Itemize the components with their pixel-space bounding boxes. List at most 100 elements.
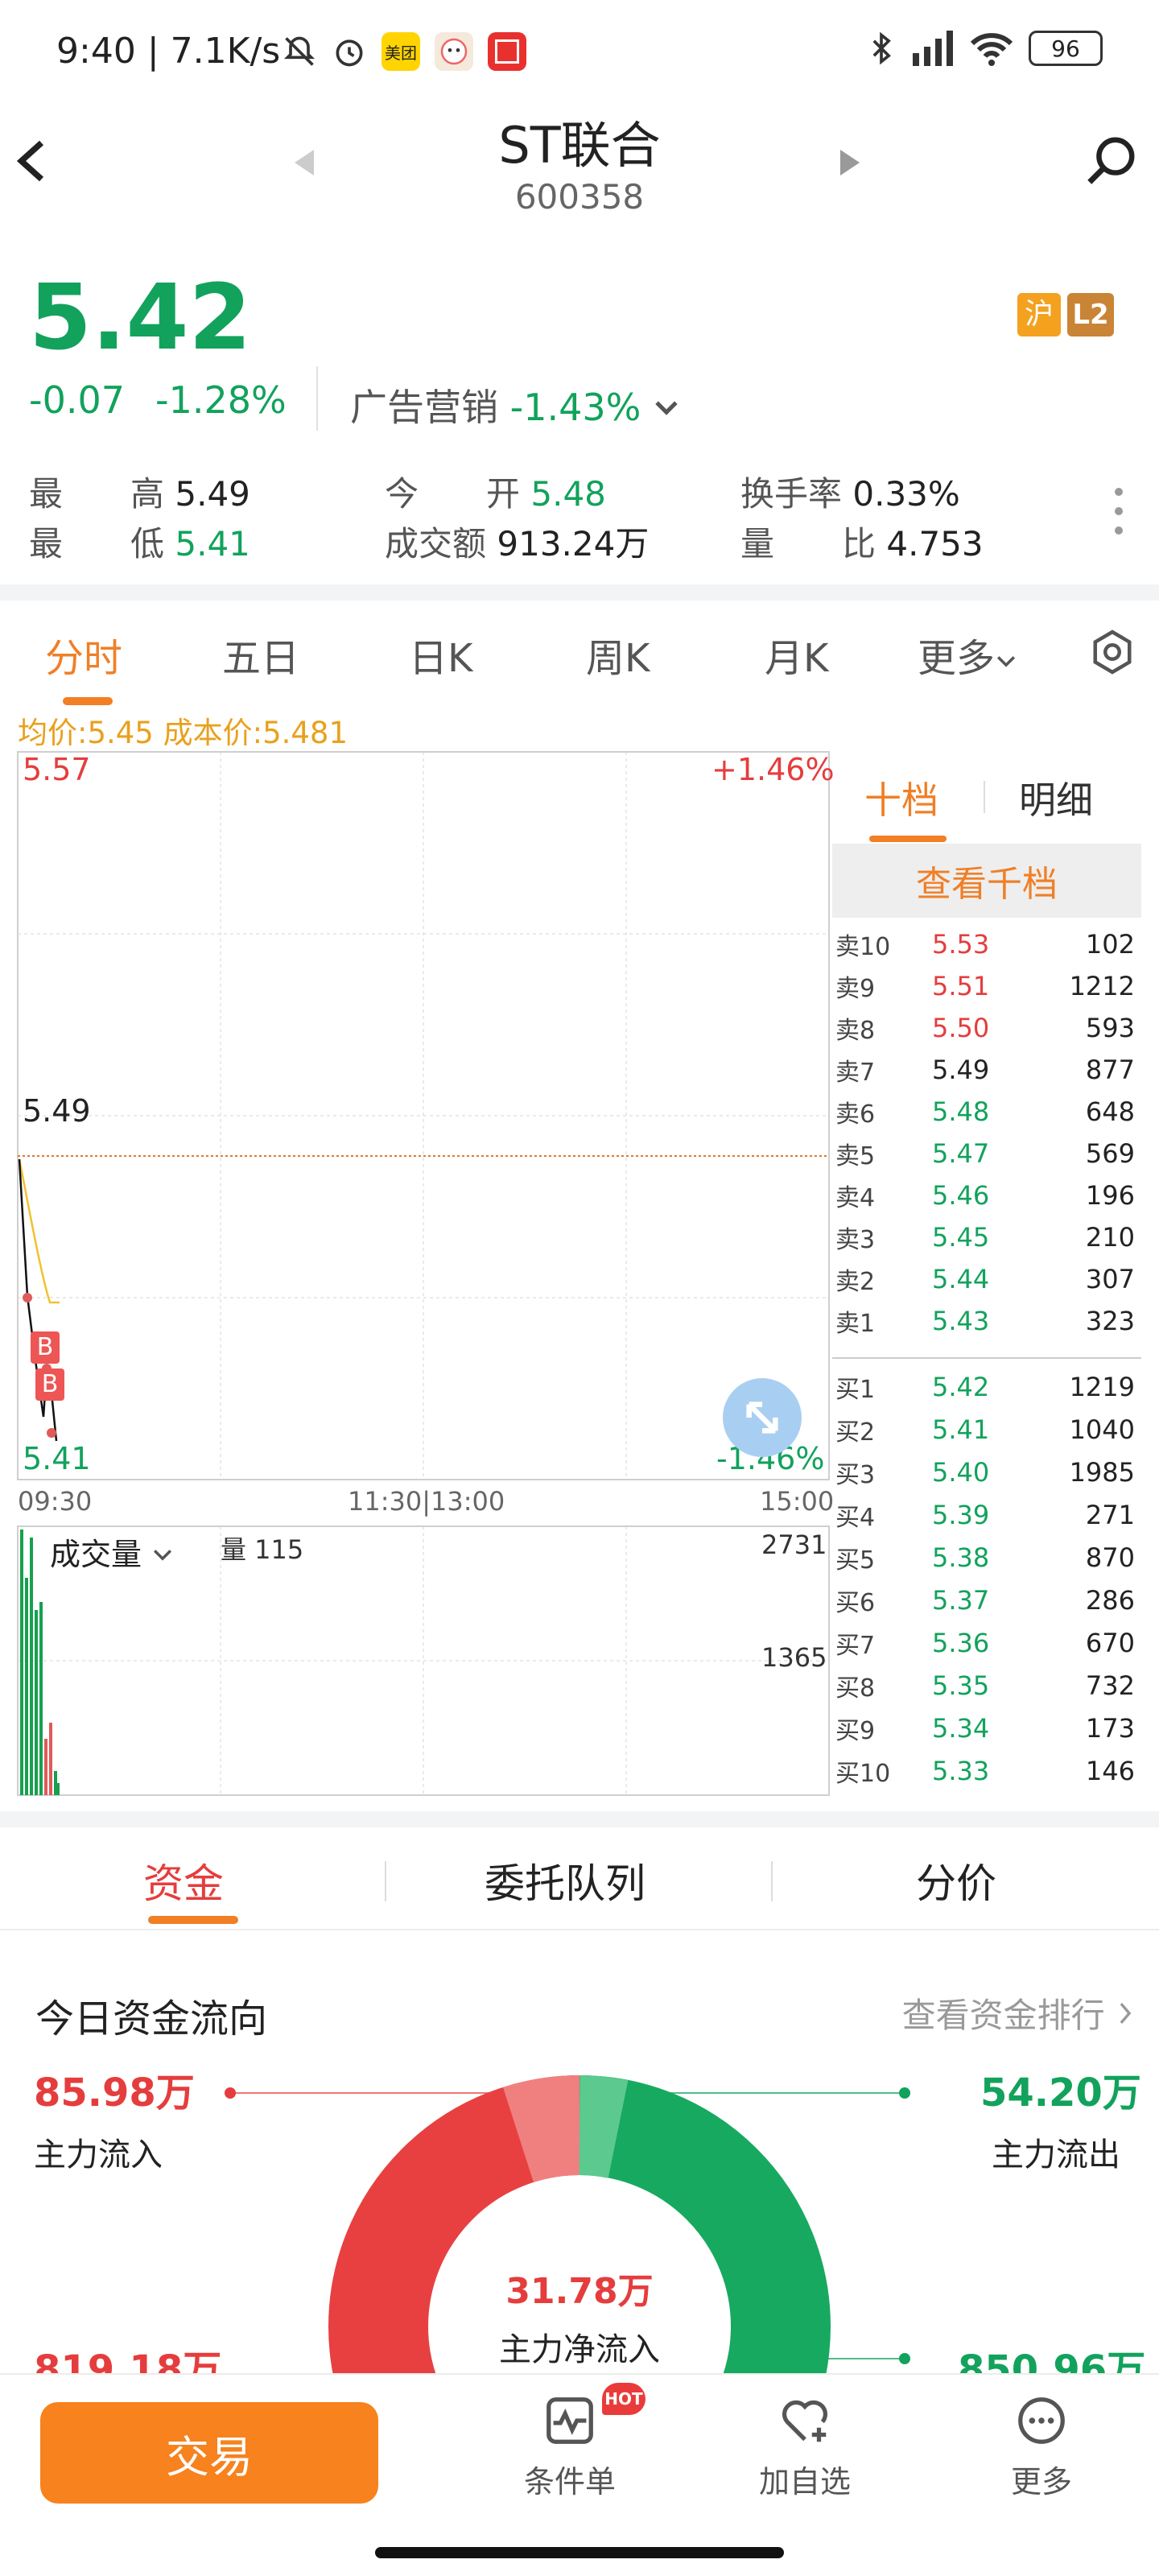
- tab-fund[interactable]: 资金: [143, 1852, 224, 1909]
- level-label: 买10: [835, 1759, 891, 1788]
- home-indicator: [375, 2547, 784, 2558]
- sector-link[interactable]: 广告营销 -1.43%: [350, 378, 680, 431]
- volume-mid: 1365: [761, 1642, 827, 1673]
- bids-row[interactable]: 买10 5.33 146: [835, 1749, 1135, 1792]
- more-circle-icon: [1018, 2397, 1065, 2444]
- fullscreen-button[interactable]: [723, 1378, 802, 1457]
- hot-badge: HOT: [602, 2383, 645, 2415]
- asks-row[interactable]: 卖8 5.50 593: [835, 1006, 1135, 1049]
- tab-five-day[interactable]: 五日: [222, 626, 299, 683]
- level-price: 5.49: [932, 1054, 990, 1085]
- level-price: 5.33: [932, 1755, 990, 1786]
- heart-plus-icon: [782, 2400, 827, 2442]
- level-price: 5.37: [932, 1584, 990, 1616]
- level-label: 卖3: [835, 1225, 876, 1254]
- asks-row[interactable]: 卖1 5.43 323: [835, 1299, 1135, 1342]
- divider: [385, 1861, 386, 1901]
- status-time: 9:40 | 7.1K/s: [56, 31, 281, 72]
- prev-stock-icon[interactable]: [295, 150, 314, 175]
- chart-settings-button[interactable]: [1088, 628, 1136, 679]
- level-price: 5.38: [932, 1542, 990, 1573]
- pulse-icon: [547, 2397, 593, 2444]
- section-divider: [0, 1811, 1159, 1827]
- volume-indicator-select[interactable]: 成交量: [50, 1530, 174, 1574]
- level-label: 卖4: [835, 1183, 876, 1212]
- view-thousand-levels-button[interactable]: 查看千档: [832, 844, 1141, 918]
- tab-monthly-k[interactable]: 月K: [765, 626, 828, 683]
- bids-row[interactable]: 买7 5.36 670: [835, 1621, 1135, 1664]
- level-label: 卖9: [835, 974, 876, 1003]
- level-label: 卖7: [835, 1058, 876, 1087]
- buy-marker[interactable]: B: [35, 1368, 64, 1401]
- level-price: 5.45: [932, 1221, 990, 1253]
- add-watchlist-button[interactable]: 加自选: [740, 2392, 869, 2501]
- level-quantity: 870: [1085, 1542, 1135, 1573]
- asks-row[interactable]: 卖9 5.51 1212: [835, 964, 1135, 1007]
- tab-price-distribution[interactable]: 分价: [916, 1852, 996, 1909]
- level-price: 5.47: [932, 1137, 990, 1169]
- level-quantity: 593: [1085, 1012, 1135, 1043]
- level-label: 卖10: [835, 932, 891, 961]
- level-price: 5.34: [932, 1712, 990, 1744]
- level-quantity: 210: [1085, 1221, 1135, 1253]
- tab-ten-levels[interactable]: 十档: [864, 771, 938, 824]
- level-quantity: 569: [1085, 1137, 1135, 1169]
- asks-row[interactable]: 卖4 5.46 196: [835, 1174, 1135, 1216]
- level-price: 5.44: [932, 1263, 990, 1294]
- level-quantity: 196: [1085, 1179, 1135, 1211]
- bids-row[interactable]: 买8 5.35 732: [835, 1664, 1135, 1707]
- price-change-pct: -1.28%: [155, 378, 287, 422]
- tab-daily-k[interactable]: 日K: [409, 626, 472, 683]
- level-quantity: 307: [1085, 1263, 1135, 1294]
- more-button[interactable]: 更多: [977, 2392, 1106, 2501]
- level-label: 买3: [835, 1460, 876, 1489]
- asks-row[interactable]: 卖3 5.45 210: [835, 1216, 1135, 1258]
- asks-row[interactable]: 卖10 5.53 102: [835, 923, 1135, 965]
- asks-row[interactable]: 卖5 5.47 569: [835, 1132, 1135, 1174]
- stat-turnover-rate: 换手率 0.33%: [740, 474, 960, 514]
- next-stock-icon[interactable]: [840, 150, 860, 175]
- level-label: 买7: [835, 1631, 876, 1660]
- divider: [832, 1357, 1141, 1359]
- level-price: 5.53: [932, 928, 990, 960]
- bids-row[interactable]: 买2 5.41 1040: [835, 1408, 1135, 1451]
- chevron-right-icon: [1120, 2002, 1132, 2025]
- asks-row[interactable]: 卖7 5.49 877: [835, 1048, 1135, 1091]
- intraday-chart: [17, 751, 830, 1796]
- stat-open: 今 开 5.48: [385, 474, 606, 514]
- bids-row[interactable]: 买1 5.42 1219: [835, 1365, 1135, 1408]
- level-label: 卖8: [835, 1016, 876, 1045]
- bids-row[interactable]: 买3 5.40 1985: [835, 1451, 1135, 1493]
- bids-row[interactable]: 买4 5.39 271: [835, 1493, 1135, 1536]
- tab-trade-detail[interactable]: 明细: [1019, 771, 1093, 824]
- notification-icons: 美团: [282, 32, 526, 71]
- level-price: 5.46: [932, 1179, 990, 1211]
- chevron-down-icon: [655, 401, 678, 415]
- bids-row[interactable]: 买5 5.38 870: [835, 1536, 1135, 1579]
- more-options-icon[interactable]: [1115, 488, 1128, 546]
- status-bar: 9:40 | 7.1K/s 美团 96: [0, 0, 1159, 105]
- level-label: 买4: [835, 1503, 876, 1532]
- level-price: 5.51: [932, 970, 990, 1001]
- level-quantity: 648: [1085, 1096, 1135, 1127]
- asks-row[interactable]: 卖2 5.44 307: [835, 1257, 1135, 1300]
- bids-row[interactable]: 买9 5.34 173: [835, 1707, 1135, 1749]
- bids-row[interactable]: 买6 5.37 286: [835, 1579, 1135, 1621]
- buy-marker[interactable]: B: [31, 1331, 60, 1364]
- net-speed: | 7.1K/s: [146, 31, 281, 72]
- tab-order-queue[interactable]: 委托队列: [485, 1852, 645, 1909]
- level-quantity: 877: [1085, 1054, 1135, 1085]
- stat-turnover: 成交额 913.24万: [385, 524, 650, 564]
- tab-more[interactable]: 更多: [918, 626, 1017, 683]
- fund-ranking-link[interactable]: 查看资金排行: [902, 1988, 1135, 2037]
- stat-volume-ratio: 量 比 4.753: [740, 524, 984, 564]
- tab-intraday[interactable]: 分时: [45, 626, 122, 683]
- tab-weekly-k[interactable]: 周K: [586, 626, 650, 683]
- search-button[interactable]: [1083, 133, 1139, 189]
- level-label: 卖6: [835, 1100, 876, 1129]
- asks-row[interactable]: 卖6 5.48 648: [835, 1090, 1135, 1133]
- trade-button[interactable]: 交易: [40, 2402, 378, 2504]
- time-start: 09:30: [18, 1486, 93, 1517]
- current-price: 5.42: [29, 266, 252, 370]
- level-quantity: 1985: [1069, 1456, 1135, 1488]
